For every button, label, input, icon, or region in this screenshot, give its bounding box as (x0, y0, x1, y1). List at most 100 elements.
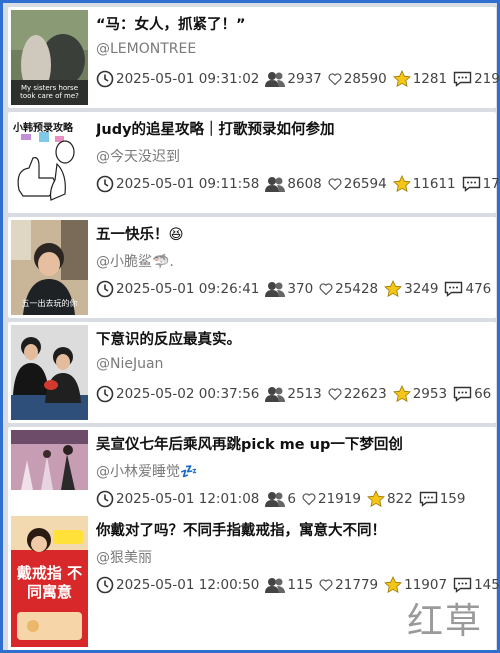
stars-value: 11907 (404, 577, 448, 593)
comments-value: 159 (439, 491, 466, 507)
group-count: 2513 (265, 386, 322, 402)
item-meta: 2025-05-01 09:11:58 8608 26594 11611 170 (96, 174, 500, 194)
group-value: 370 (287, 281, 314, 297)
group-value: 8608 (287, 176, 322, 192)
list-item[interactable]: 下意识的反应最真实。 @NieJuan 2025-05-02 00:37:56 … (8, 322, 496, 423)
thumbnail-image (11, 325, 88, 420)
group-count: 2937 (265, 71, 322, 87)
group-icon (265, 492, 286, 507)
star-icon (392, 385, 411, 402)
stars-count: 2953 (392, 385, 448, 403)
comments-count: 159 (419, 491, 466, 507)
date-field: 2025-05-01 12:01:08 (96, 490, 259, 508)
item-title[interactable]: Judy的追星攻略｜打歌预录如何参加 (96, 118, 492, 139)
thumbnail[interactable]: 五一出去玩的你 (11, 220, 88, 315)
stars-value: 2953 (412, 386, 448, 402)
comments-count: 476 (444, 281, 491, 297)
likes-count: 28590 (328, 71, 387, 87)
item-title[interactable]: 你戴对了吗？不同手指戴戒指，寓意大不同！ (96, 519, 492, 540)
group-icon (265, 387, 286, 402)
comments-value: 66 (474, 386, 492, 402)
thumbnail[interactable]: 戴戒指 不同寓意 (11, 516, 88, 647)
heart-icon (328, 73, 342, 86)
item-title[interactable]: “马：女人，抓紧了！” (96, 13, 492, 34)
stars-count: 11611 (392, 175, 456, 193)
item-meta: 2025-05-01 09:31:02 2937 28590 1281 219 (96, 69, 500, 89)
date-field: 2025-05-01 09:26:41 (96, 280, 259, 298)
group-count: 370 (265, 281, 313, 297)
thumbnail[interactable] (11, 325, 88, 420)
comment-icon (453, 386, 472, 402)
comments-value: 476 (465, 281, 492, 297)
group-icon (265, 177, 286, 192)
group-count: 115 (265, 577, 313, 593)
likes-value: 25428 (335, 281, 379, 297)
likes-count: 22623 (328, 386, 387, 402)
date-field: 2025-05-02 00:37:56 (96, 385, 259, 403)
stars-value: 11611 (412, 176, 456, 192)
likes-value: 22623 (343, 386, 387, 402)
comment-icon (419, 491, 437, 507)
item-meta: 2025-05-02 00:37:56 2513 22623 2953 66 (96, 384, 497, 404)
likes-value: 21779 (335, 577, 379, 593)
star-icon (367, 490, 385, 507)
clock-icon (96, 70, 114, 88)
thumbnail-image (17, 132, 75, 201)
list-item[interactable]: My sisters horse took care of me? “马：女人，… (8, 7, 500, 108)
thumbnail-caption: My sisters horse took care of me? (20, 84, 79, 100)
item-date: 2025-05-01 09:26:41 (116, 281, 260, 297)
comments-count: 170 (462, 176, 500, 192)
item-author[interactable]: @今天没迟到 (96, 146, 180, 166)
item-author[interactable]: @狠美丽 (96, 547, 152, 567)
comment-icon (462, 176, 480, 192)
star-icon (392, 70, 411, 87)
thumbnail[interactable]: 小韩预录攻略 (11, 115, 88, 210)
stars-count: 1281 (392, 70, 448, 88)
item-author[interactable]: @小林爱睡觉💤 (96, 461, 197, 481)
comments-count: 219 (453, 71, 500, 87)
item-author[interactable]: @小脆鲨🦈. (96, 251, 174, 271)
likes-count: 26594 (328, 176, 387, 192)
list-item[interactable]: 五一出去玩的你 五一快乐！😆 @小脆鲨🦈. 2025-05-01 09:26:4… (8, 217, 496, 318)
thumbnail[interactable] (11, 430, 88, 490)
item-title[interactable]: 五一快乐！😆 (96, 223, 492, 244)
stars-value: 1281 (412, 71, 448, 87)
thumbnail-caption: 戴戒指 不同寓意 (16, 564, 83, 601)
item-author[interactable]: @NieJuan (96, 356, 163, 372)
list-item[interactable]: 小韩预录攻略 Judy的追星攻略｜打歌预录如何参加 @今天没迟到 2025-05… (8, 112, 500, 213)
item-author[interactable]: @LEMONTREE (96, 41, 196, 57)
item-date: 2025-05-01 12:00:50 (116, 577, 260, 593)
stars-value: 3249 (404, 281, 439, 297)
stars-value: 822 (386, 491, 413, 507)
group-icon (265, 72, 286, 87)
date-field: 2025-05-01 09:31:02 (96, 70, 259, 88)
group-count: 8608 (265, 176, 322, 192)
thumbnail-image (11, 430, 88, 490)
item-meta: 2025-05-01 12:01:08 6 21919 822 159 (96, 489, 472, 509)
item-title[interactable]: 吴宣仪七年后乘风再跳pick me up一下梦回创 (96, 433, 492, 454)
thumbnail[interactable]: My sisters horse took care of me? (11, 10, 88, 105)
comment-icon (445, 281, 463, 297)
heart-icon (328, 388, 342, 401)
comments-count: 66 (453, 386, 491, 402)
heart-icon (302, 493, 316, 506)
clock-icon (96, 490, 114, 508)
item-title[interactable]: 下意识的反应最真实。 (96, 328, 492, 349)
item-date: 2025-05-01 09:31:02 (116, 71, 260, 87)
likes-count: 21919 (302, 491, 361, 507)
group-icon (265, 578, 286, 593)
item-date: 2025-05-01 12:01:08 (116, 491, 260, 507)
thumbnail-caption: 五一出去玩的你 (21, 299, 78, 308)
likes-count: 21779 (319, 577, 378, 593)
clock-icon (96, 385, 114, 403)
comment-icon (453, 71, 472, 87)
comments-count: 145 (453, 577, 500, 593)
star-icon (392, 175, 411, 192)
clock-icon (96, 280, 114, 298)
item-date: 2025-05-01 09:11:58 (116, 176, 260, 192)
group-value: 115 (287, 577, 314, 593)
date-field: 2025-05-01 12:00:50 (96, 576, 259, 594)
comments-value: 145 (474, 577, 500, 593)
likes-value: 26594 (343, 176, 387, 192)
clock-icon (96, 175, 114, 193)
